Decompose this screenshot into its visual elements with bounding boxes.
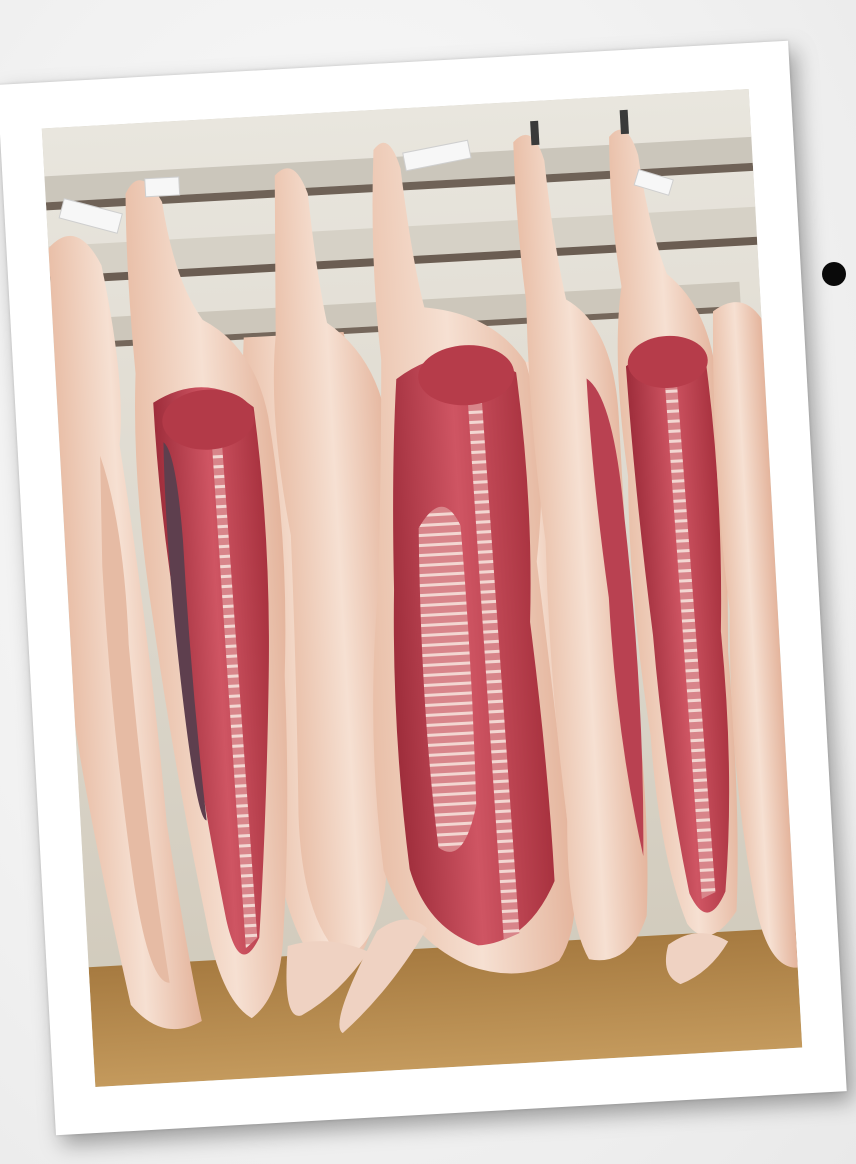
slide-canvas [0,0,856,1164]
carcass-photo [41,88,803,1088]
bullet-point [822,262,846,286]
carcass-illustration [41,88,803,1088]
photo-frame [0,40,847,1136]
